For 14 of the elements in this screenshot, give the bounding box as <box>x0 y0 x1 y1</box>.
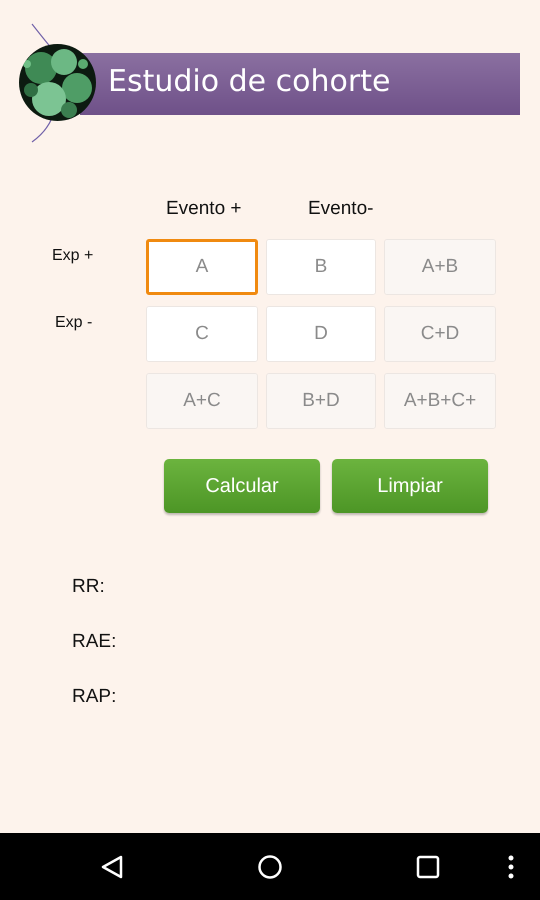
more-icon[interactable] <box>506 855 516 879</box>
recents-icon[interactable] <box>415 855 441 879</box>
home-icon[interactable] <box>257 855 283 879</box>
action-button[interactable]: Calcular <box>164 459 320 513</box>
result-label: RAE: <box>72 631 116 653</box>
row-header: Exp + <box>51 246 94 265</box>
input-field[interactable]: A <box>146 239 258 295</box>
column-header: Evento- <box>307 198 374 221</box>
result-label: RAP: <box>72 686 116 708</box>
app-title: Estudio de cohorte <box>108 64 390 99</box>
action-button[interactable]: Limpiar <box>332 459 488 513</box>
result-label: RR: <box>72 576 105 598</box>
column-header: Evento + <box>165 198 243 221</box>
row-header: Exp - <box>54 313 94 332</box>
